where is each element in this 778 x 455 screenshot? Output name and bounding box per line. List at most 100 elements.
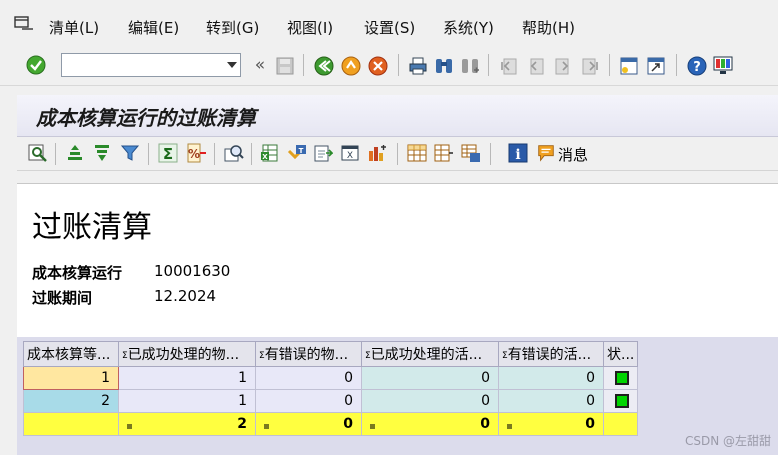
- costing-run-value: 10001630: [154, 262, 231, 280]
- total-marker-icon: [264, 424, 269, 429]
- column-header-status[interactable]: 状...: [602, 341, 639, 367]
- change-layout-icon[interactable]: [407, 143, 427, 163]
- subtotals-icon[interactable]: %: [187, 143, 207, 163]
- last-page-icon[interactable]: [580, 56, 600, 76]
- total-activities-error-cell[interactable]: 0: [498, 412, 604, 436]
- save-icon[interactable]: [275, 56, 295, 76]
- posting-period-label: 过账期间: [32, 289, 93, 307]
- sort-descending-icon[interactable]: [92, 143, 112, 163]
- total-marker-icon: [507, 424, 512, 429]
- messages-icon[interactable]: [536, 143, 556, 163]
- toolbar-separator: [148, 143, 149, 165]
- toolbar-separator: [397, 143, 398, 165]
- total-marker-icon: [127, 424, 132, 429]
- materials-error-cell[interactable]: 0: [255, 366, 362, 390]
- total-sum-icon[interactable]: Σ: [158, 143, 178, 163]
- total-value: 0: [585, 416, 595, 432]
- activities-ok-cell[interactable]: 0: [361, 389, 499, 413]
- alv-toolbar: Σ % X T X i 消息: [17, 137, 778, 171]
- total-materials-error-cell[interactable]: 0: [255, 412, 362, 436]
- table-header-row: 成本核算等... Σ已成功处理的物... Σ有错误的物... Σ已成功处理的活.…: [23, 341, 639, 367]
- report-heading: 过账清算: [32, 210, 152, 245]
- svg-text:%: %: [188, 147, 200, 161]
- find-icon[interactable]: [434, 56, 454, 76]
- graphic-icon[interactable]: [367, 143, 387, 163]
- select-layout-icon[interactable]: [434, 143, 454, 163]
- messages-button-label[interactable]: 消息: [558, 144, 588, 165]
- collapse-chevrons-icon[interactable]: «: [250, 55, 270, 75]
- total-status-cell: [602, 412, 639, 436]
- svg-text:?: ?: [693, 60, 701, 75]
- green-status-light-icon: [615, 394, 630, 408]
- send-icon[interactable]: X: [340, 143, 360, 163]
- information-icon[interactable]: i: [508, 143, 528, 163]
- table-row: 1 1 0 0 0: [23, 366, 639, 390]
- svg-text:i: i: [515, 147, 520, 163]
- menu-view[interactable]: 视图(I): [287, 17, 333, 38]
- materials-ok-cell[interactable]: 1: [118, 366, 256, 390]
- menu-system[interactable]: 系统(Y): [443, 17, 494, 38]
- total-label-cell: [23, 412, 119, 436]
- chevron-down-icon[interactable]: [227, 62, 237, 68]
- next-page-icon[interactable]: [553, 56, 573, 76]
- local-file-icon[interactable]: [313, 143, 333, 163]
- standard-toolbar: « ?: [0, 46, 778, 86]
- previous-page-icon[interactable]: [526, 56, 546, 76]
- menu-settings[interactable]: 设置(S): [364, 17, 415, 38]
- customize-layout-icon[interactable]: [713, 55, 733, 75]
- word-processing-icon[interactable]: T: [287, 143, 307, 163]
- toolbar-separator: [676, 54, 677, 76]
- toolbar-separator: [398, 54, 399, 76]
- toolbar-separator: [488, 54, 489, 76]
- spreadsheet-export-icon[interactable]: X: [260, 143, 280, 163]
- status-cell[interactable]: [602, 389, 639, 413]
- status-cell[interactable]: [602, 366, 639, 390]
- exit-icon[interactable]: [341, 56, 361, 76]
- cancel-icon[interactable]: [368, 56, 388, 76]
- costing-level-cell[interactable]: 2: [23, 389, 119, 413]
- activities-error-cell[interactable]: 0: [498, 389, 604, 413]
- toolbar-separator: [55, 143, 56, 165]
- svg-text:X: X: [262, 153, 268, 161]
- materials-ok-cell[interactable]: 1: [118, 389, 256, 413]
- find-next-icon[interactable]: [460, 56, 480, 76]
- shortcut-icon[interactable]: [646, 56, 666, 76]
- activities-ok-cell[interactable]: 0: [361, 366, 499, 390]
- new-session-icon[interactable]: [619, 56, 639, 76]
- print-preview-icon[interactable]: [224, 143, 244, 163]
- print-icon[interactable]: [408, 56, 428, 76]
- column-header-materials-ok[interactable]: Σ已成功处理的物...: [118, 341, 256, 367]
- toolbar-separator: [490, 143, 491, 165]
- sort-ascending-icon[interactable]: [65, 143, 85, 163]
- first-page-icon[interactable]: [499, 56, 519, 76]
- table-row: 2 1 0 0 0: [23, 389, 639, 413]
- filter-icon[interactable]: [120, 143, 140, 163]
- column-header-activities-ok[interactable]: Σ已成功处理的活...: [361, 341, 499, 367]
- help-icon[interactable]: ?: [687, 56, 707, 76]
- enter-check-icon[interactable]: [26, 55, 46, 75]
- menu-goto[interactable]: 转到(G): [206, 17, 259, 38]
- column-header-costing-level[interactable]: 成本核算等...: [23, 341, 119, 367]
- column-header-text: 已成功处理的活...: [370, 347, 483, 363]
- green-status-light-icon: [615, 371, 630, 385]
- activities-error-cell[interactable]: 0: [498, 366, 604, 390]
- watermark: CSDN @左甜甜: [684, 434, 771, 448]
- total-materials-ok-cell[interactable]: 2: [118, 412, 256, 436]
- menu-bar: 清单(L) 编辑(E) 转到(G) 视图(I) 设置(S) 系统(Y) 帮助(H…: [0, 0, 778, 46]
- svg-text:T: T: [299, 147, 304, 155]
- total-activities-ok-cell[interactable]: 0: [361, 412, 499, 436]
- command-field[interactable]: [61, 53, 241, 77]
- menu-help[interactable]: 帮助(H): [522, 17, 575, 38]
- details-icon[interactable]: [28, 143, 48, 163]
- column-header-materials-error[interactable]: Σ有错误的物...: [255, 341, 362, 367]
- column-header-activities-error[interactable]: Σ有错误的活...: [498, 341, 604, 367]
- menu-list[interactable]: 清单(L): [49, 17, 99, 38]
- back-icon[interactable]: [314, 56, 334, 76]
- costing-level-cell[interactable]: 1: [23, 366, 119, 390]
- save-layout-icon[interactable]: [461, 143, 481, 163]
- system-menu-icon[interactable]: [14, 16, 34, 32]
- command-input[interactable]: [62, 54, 220, 76]
- materials-error-cell[interactable]: 0: [255, 389, 362, 413]
- toolbar-separator: [214, 143, 215, 165]
- menu-edit[interactable]: 编辑(E): [128, 17, 179, 38]
